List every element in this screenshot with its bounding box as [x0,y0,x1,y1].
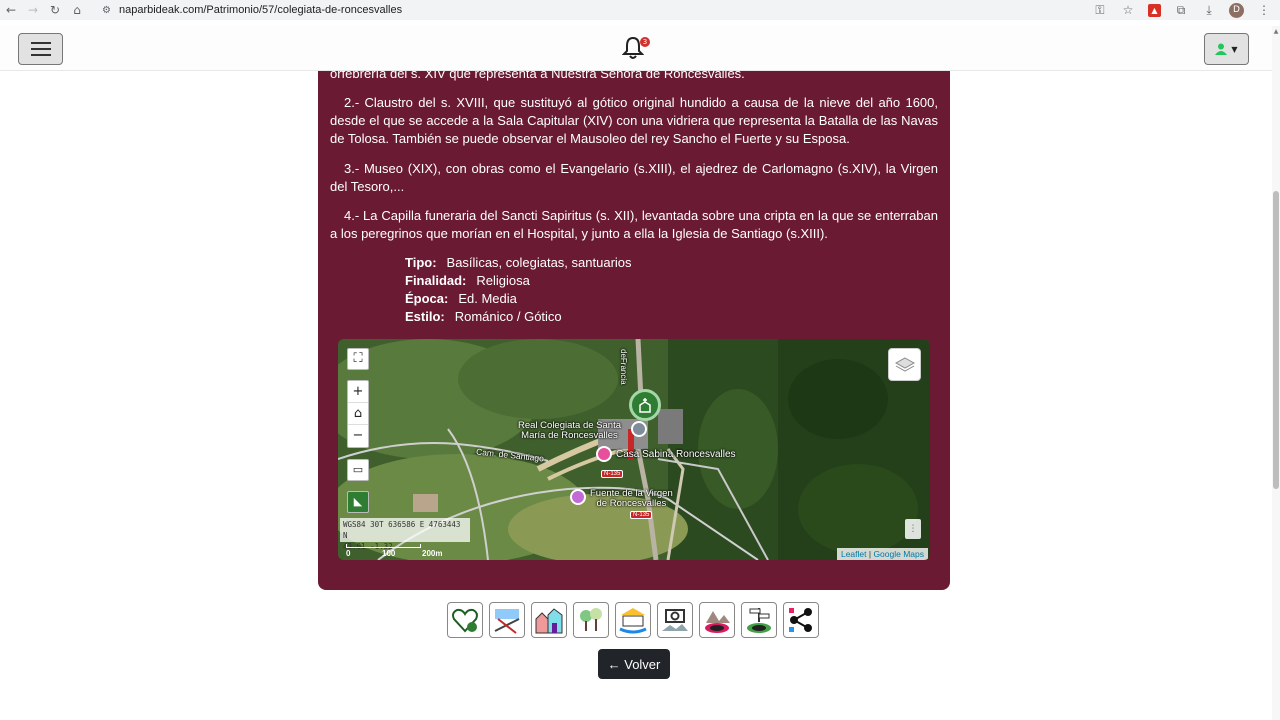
user-icon [1215,43,1228,55]
property-label: Época: [405,291,449,306]
scale-label: 100 [382,549,396,558]
menu-line [30,54,51,56]
route-graphic [494,609,520,634]
leaflet-link[interactable]: Leaflet [841,549,867,559]
houses-graphic [535,608,563,634]
back-arrow-icon[interactable]: ← [0,3,22,17]
description-paragraph: 3.- Museo (XIX), con obras como el Evang… [330,161,938,194]
property-value: Ed. Media [458,291,517,306]
password-key-icon[interactable]: ⚿ [1092,3,1108,18]
scroll-up-arrow-icon[interactable]: ▲ [1272,28,1280,35]
google-maps-link[interactable]: Google Maps [873,549,924,559]
property-tipo: Tipo: Basílicas, colegiatas, santuarios [405,254,632,272]
property-label: Finalidad: [405,273,467,288]
map-label-line: María de Roncesvalles [521,430,618,441]
back-button[interactable]: ← Volver [598,649,670,679]
share-icon[interactable] [783,602,819,638]
landscape-image-icon[interactable]: ▭ [347,459,369,481]
home-icon[interactable]: ⌂ [66,3,88,17]
description-paragraph: 4.- La Capilla funeraria del Sancti Sapi… [330,208,938,241]
property-value: Románico / Gótico [454,309,562,324]
map-label-road: deFrancia [619,349,628,385]
museum-graphic [619,608,647,634]
camera-graphic [662,609,688,631]
road-shield: N-135 [630,511,653,519]
property-estilo: Estilo: Románico / Gótico [405,308,632,326]
page-scrollbar[interactable]: ▲ [1272,26,1280,720]
map-label-line: de Roncesvalles [596,498,667,509]
nature-trees-icon[interactable] [573,602,609,638]
layers-stack-icon [894,356,915,372]
layers-icon[interactable] [888,348,921,381]
heritage-properties: Tipo: Basílicas, colegiatas, santuarios F… [405,254,632,326]
map-zoom-controls: + ⌂ − [347,380,369,448]
chevron-down-icon: ▼ [1231,44,1238,54]
menu-line [30,48,51,50]
side-panel-toggle[interactable]: ⋮ [905,519,921,539]
heart-graphic [452,608,478,633]
heart-favorite-icon[interactable] [447,602,483,638]
address-bar[interactable]: naparbideak.com/Patrimonio/57/colegiata-… [119,4,402,16]
extensions-puzzle-icon[interactable]: ⧉ [1173,3,1189,18]
bookmark-star-icon[interactable]: ☆ [1120,3,1136,17]
church-icon [639,398,651,413]
property-epoca: Época: Ed. Media [405,290,632,308]
scale-bar [346,544,421,548]
user-menu-button[interactable]: ▼ [1204,33,1249,65]
download-icon[interactable]: ⤓ [1201,3,1217,18]
site-settings-icon[interactable]: ⚙ [102,5,111,16]
mountain-graphic [705,611,730,633]
fullscreen-button[interactable]: ⛶ [347,348,369,370]
property-finalidad: Finalidad: Religiosa [405,272,632,290]
notification-badge: 3 [640,37,650,47]
map-label-fuente: Fuente de la Virgen de Roncesvalles [590,489,673,509]
heritage-detail-card: orfebrería del s. XIV que representa a N… [318,71,950,590]
map-label-colegiata: Real Colegiata de Santa María de Roncesv… [518,421,621,441]
coordinates-readout: WGS84 30T 636586 E 4763443 N 43.01 -1.32 [340,518,470,551]
property-label: Estilo: [405,309,445,324]
reload-icon[interactable]: ↻ [44,3,66,17]
home-view-button[interactable]: ⌂ [348,403,368,425]
mountain-target-icon[interactable] [699,602,735,638]
menu-line [30,42,51,44]
zoom-in-button[interactable]: + [348,381,368,403]
route-map-icon[interactable] [489,602,525,638]
elevation-profile-icon[interactable]: ◣ [347,491,369,513]
category-icon-row [447,602,819,638]
signpost-target-icon[interactable] [741,602,777,638]
property-value: Religiosa [476,273,530,288]
zoom-out-button[interactable]: − [348,425,368,447]
description-paragraph: 2.- Claustro del s. XVIII, que sustituyó… [330,95,938,146]
location-map[interactable]: ⛶ + ⌂ − ▭ ◣ ⋮ Real Colegiata de Santa Ma… [338,339,930,560]
trees-graphic [580,608,602,631]
photo-camera-icon[interactable] [657,602,693,638]
scale-label: 0 [346,549,351,558]
property-value: Basílicas, colegiatas, santuarios [446,255,632,270]
description-paragraph: orfebrería del s. XIV que representa a N… [330,71,745,81]
location-marker-icon[interactable] [629,389,661,421]
road-shield: N-135 [601,470,624,478]
scrollbar-thumb[interactable] [1273,191,1279,489]
browser-toolbar: ← → ↻ ⌂ ⚙ naparbideak.com/Patrimonio/57/… [0,0,1280,20]
map-scale: 0 100 200m [346,544,456,558]
site-header: 3 ▼ [0,26,1272,71]
scale-label: 200m [422,549,443,558]
town-houses-icon[interactable] [531,602,567,638]
hamburger-menu-button[interactable] [18,33,63,65]
coordinates-utm: WGS84 30T 636586 E 4763443 N [343,520,461,540]
signpost-graphic [747,608,771,633]
forward-arrow-icon[interactable]: → [22,3,44,17]
museum-building-icon[interactable] [615,602,651,638]
property-label: Tipo: [405,255,437,270]
landmark-poi-icon[interactable] [570,489,586,505]
more-menu-icon[interactable]: ⋮ [1256,3,1272,17]
hotel-poi-icon[interactable] [596,446,612,462]
cross-poi-icon[interactable] [631,421,647,437]
map-label-casa-sabina: Casa Sabina Roncesvalles [616,449,736,460]
profile-avatar[interactable]: D [1229,2,1244,18]
map-attribution: Leaflet | Google Maps [836,548,928,560]
pdf-extension-icon[interactable]: ▲ [1148,3,1161,17]
share-graphic [789,608,812,632]
